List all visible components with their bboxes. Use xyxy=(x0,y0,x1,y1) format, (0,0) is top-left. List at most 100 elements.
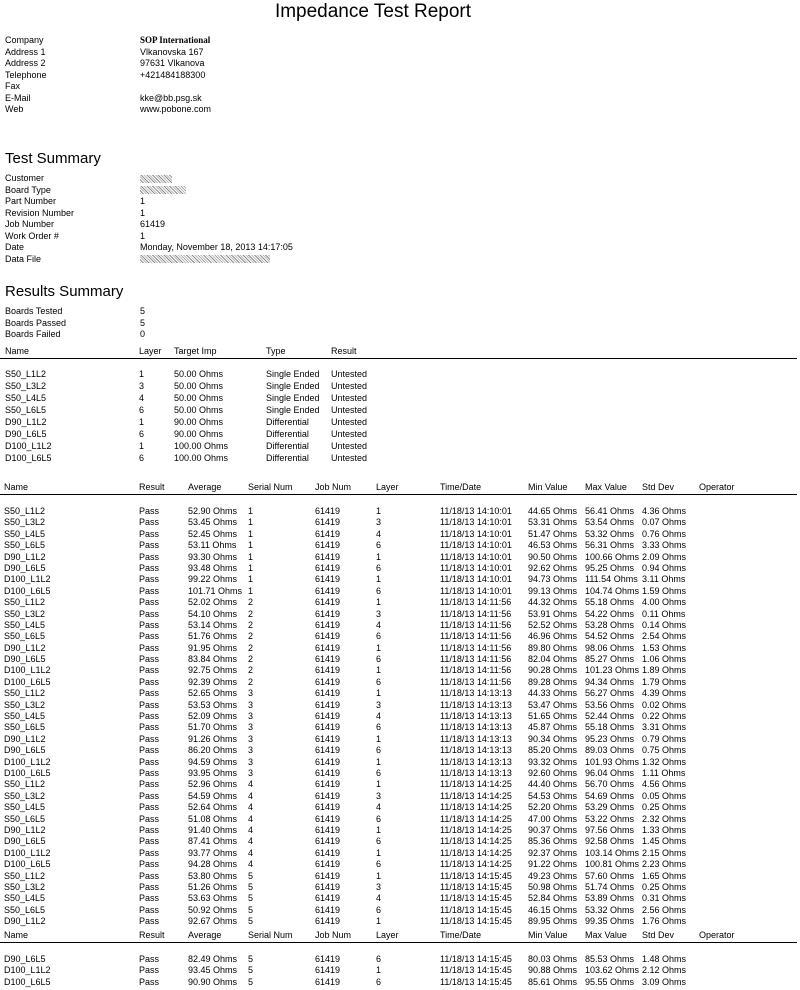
table-cell: 61419 xyxy=(315,847,341,858)
table-cell: S50_L6L5 xyxy=(4,813,46,824)
field-row: Fax xyxy=(5,81,505,93)
table-cell: 1 xyxy=(376,665,382,676)
table-cell: 5 xyxy=(248,954,254,964)
table-cell: 3 xyxy=(376,608,382,619)
table-cell: 1 xyxy=(376,733,382,744)
table-cell: 3.11 Ohms xyxy=(642,574,686,585)
table-cell: 2 xyxy=(248,665,254,676)
field-label: Address 2 xyxy=(5,58,46,68)
table-cell: 51.26 Ohms xyxy=(188,881,238,892)
table-cell: 100.66 Ohms xyxy=(585,551,640,562)
table-cell: 11/18/13 14:11:56 xyxy=(440,619,512,630)
table-row: D90_L6L5 Pass 83.84 Ohms 2 61419 6 11/18/13 14… xyxy=(0,654,800,665)
table-cell: S50_L4L5 xyxy=(4,893,46,904)
table-cell: D100_L6L5 xyxy=(4,676,51,687)
table-cell: 53.32 Ohms xyxy=(585,528,635,539)
table-cell: 61419 xyxy=(315,608,341,619)
table-cell: 53.11 Ohms xyxy=(188,540,237,551)
table-cell: 94.34 Ohms xyxy=(585,676,635,687)
table-cell: 61419 xyxy=(315,756,341,767)
table-cell: 46.15 Ohms xyxy=(528,904,578,915)
table-cell: 1.65 Ohms xyxy=(642,870,687,881)
table-row: D100_L6L5 Pass 92.39 Ohms 2 61419 6 11/18/13 1… xyxy=(0,677,800,688)
table-cell: 3 xyxy=(139,380,145,391)
field-label: Fax xyxy=(5,81,21,91)
table-cell: 2.54 Ohms xyxy=(642,631,687,642)
table-cell: S50_L4L5 xyxy=(4,528,46,539)
table-cell: Pass xyxy=(139,619,160,630)
table-cell: Pass xyxy=(139,551,160,562)
table-cell: 3 xyxy=(376,517,382,528)
table-row: S50_L4L5 Pass 52.45 Ohms 1 61419 4 11/18/13 14… xyxy=(0,529,800,540)
table-cell: 92.60 Ohms xyxy=(528,767,578,778)
table-cell: Single Ended xyxy=(266,369,320,379)
table-cell: S50_L1L2 xyxy=(4,779,46,790)
table-cell: 4 xyxy=(248,824,254,835)
table-cell: 3 xyxy=(248,756,254,767)
table-cell: 1 xyxy=(376,847,382,858)
table-cell: 11/18/13 14:11:56 xyxy=(440,665,512,676)
table-cell: 4 xyxy=(248,802,254,813)
table-cell: 6 xyxy=(376,813,382,824)
table-row: D90_L6L5 6 90.00 Ohms Differential Untested xyxy=(0,429,800,441)
table-cell: 90.34 Ohms xyxy=(528,733,578,744)
table-cell: 51.74 Ohms xyxy=(585,881,635,892)
table-cell: 1 xyxy=(139,369,145,379)
table-cell: 11/18/13 14:10:01 xyxy=(440,540,512,551)
table-cell: 1 xyxy=(376,551,382,562)
field-label: Date xyxy=(5,242,25,252)
table-cell: S50_L6L5 xyxy=(4,904,46,915)
table-cell: 61419 xyxy=(315,631,341,642)
field-value: 5 xyxy=(140,317,146,328)
table-cell: 1 xyxy=(376,642,382,653)
table-cell: 2 xyxy=(248,631,254,642)
table-cell: S50_L1L2 xyxy=(4,506,46,516)
field-value: 61419 xyxy=(140,219,166,229)
column-header: Average xyxy=(188,482,222,492)
table-cell: 1 xyxy=(248,585,254,596)
field-row: Date Monday, November 18, 2013 14:17:05 xyxy=(5,242,505,254)
table-cell: 100.00 Ohms xyxy=(174,452,229,463)
table-cell: D100_L6L5 xyxy=(4,585,51,596)
table-cell: 1.89 Ohms xyxy=(642,665,687,676)
table-cell: 93.95 Ohms xyxy=(188,767,238,778)
column-header: Operator xyxy=(699,930,735,940)
table-cell: 93.45 Ohms xyxy=(188,965,238,976)
table-row: S50_L3L2 3 50.00 Ohms Single Ended Untested xyxy=(0,381,800,393)
table-cell: Pass xyxy=(139,756,160,767)
table-cell: 90.00 Ohms xyxy=(174,428,224,439)
table-cell: 1 xyxy=(376,965,382,976)
table-cell: 61419 xyxy=(315,528,341,539)
table-cell: 61419 xyxy=(315,506,341,516)
table-cell: Untested xyxy=(331,380,368,391)
table-cell: Pass xyxy=(139,631,160,642)
table-cell: 55.18 Ohms xyxy=(585,722,635,733)
table-cell: 90.88 Ohms xyxy=(528,965,578,976)
table-cell: 11/18/13 14:15:45 xyxy=(440,893,512,904)
table-cell: 2 xyxy=(248,619,254,630)
table-cell: D100_L1L2 xyxy=(4,847,51,858)
field-label: Board Type xyxy=(5,184,51,195)
field-row: Job Number 61419 xyxy=(5,219,505,231)
table-cell: 11/18/13 14:14:25 xyxy=(440,779,512,790)
table-row: D100_L1L2 Pass 93.45 Ohms 5 61419 1 11/18/13 1… xyxy=(0,965,800,976)
table-row: D90_L6L5 Pass 87.41 Ohms 4 61419 6 11/18/13 14… xyxy=(0,836,800,847)
table-cell: 4 xyxy=(248,847,254,858)
report-title: Impedance Test Report xyxy=(274,1,472,22)
table-cell: 52.64 Ohms xyxy=(188,802,238,813)
table-cell: 3 xyxy=(376,790,382,801)
table-cell: 3.31 Ohms xyxy=(642,722,687,733)
table-cell: Pass xyxy=(139,654,160,665)
table-cell: 61419 xyxy=(315,824,341,835)
table-cell: 3 xyxy=(248,722,254,733)
field-value: 0 xyxy=(140,329,146,339)
table-cell: Pass xyxy=(139,722,160,733)
column-header: Result xyxy=(139,930,165,940)
table-cell: Pass xyxy=(139,574,160,585)
table-cell: 11/18/13 14:11:56 xyxy=(440,654,512,665)
table-cell: 4 xyxy=(139,392,145,403)
table-cell: 4.39 Ohms xyxy=(642,688,687,699)
field-value xyxy=(140,254,505,266)
table-cell: 61419 xyxy=(315,597,341,608)
column-header: Max Value xyxy=(585,930,627,940)
